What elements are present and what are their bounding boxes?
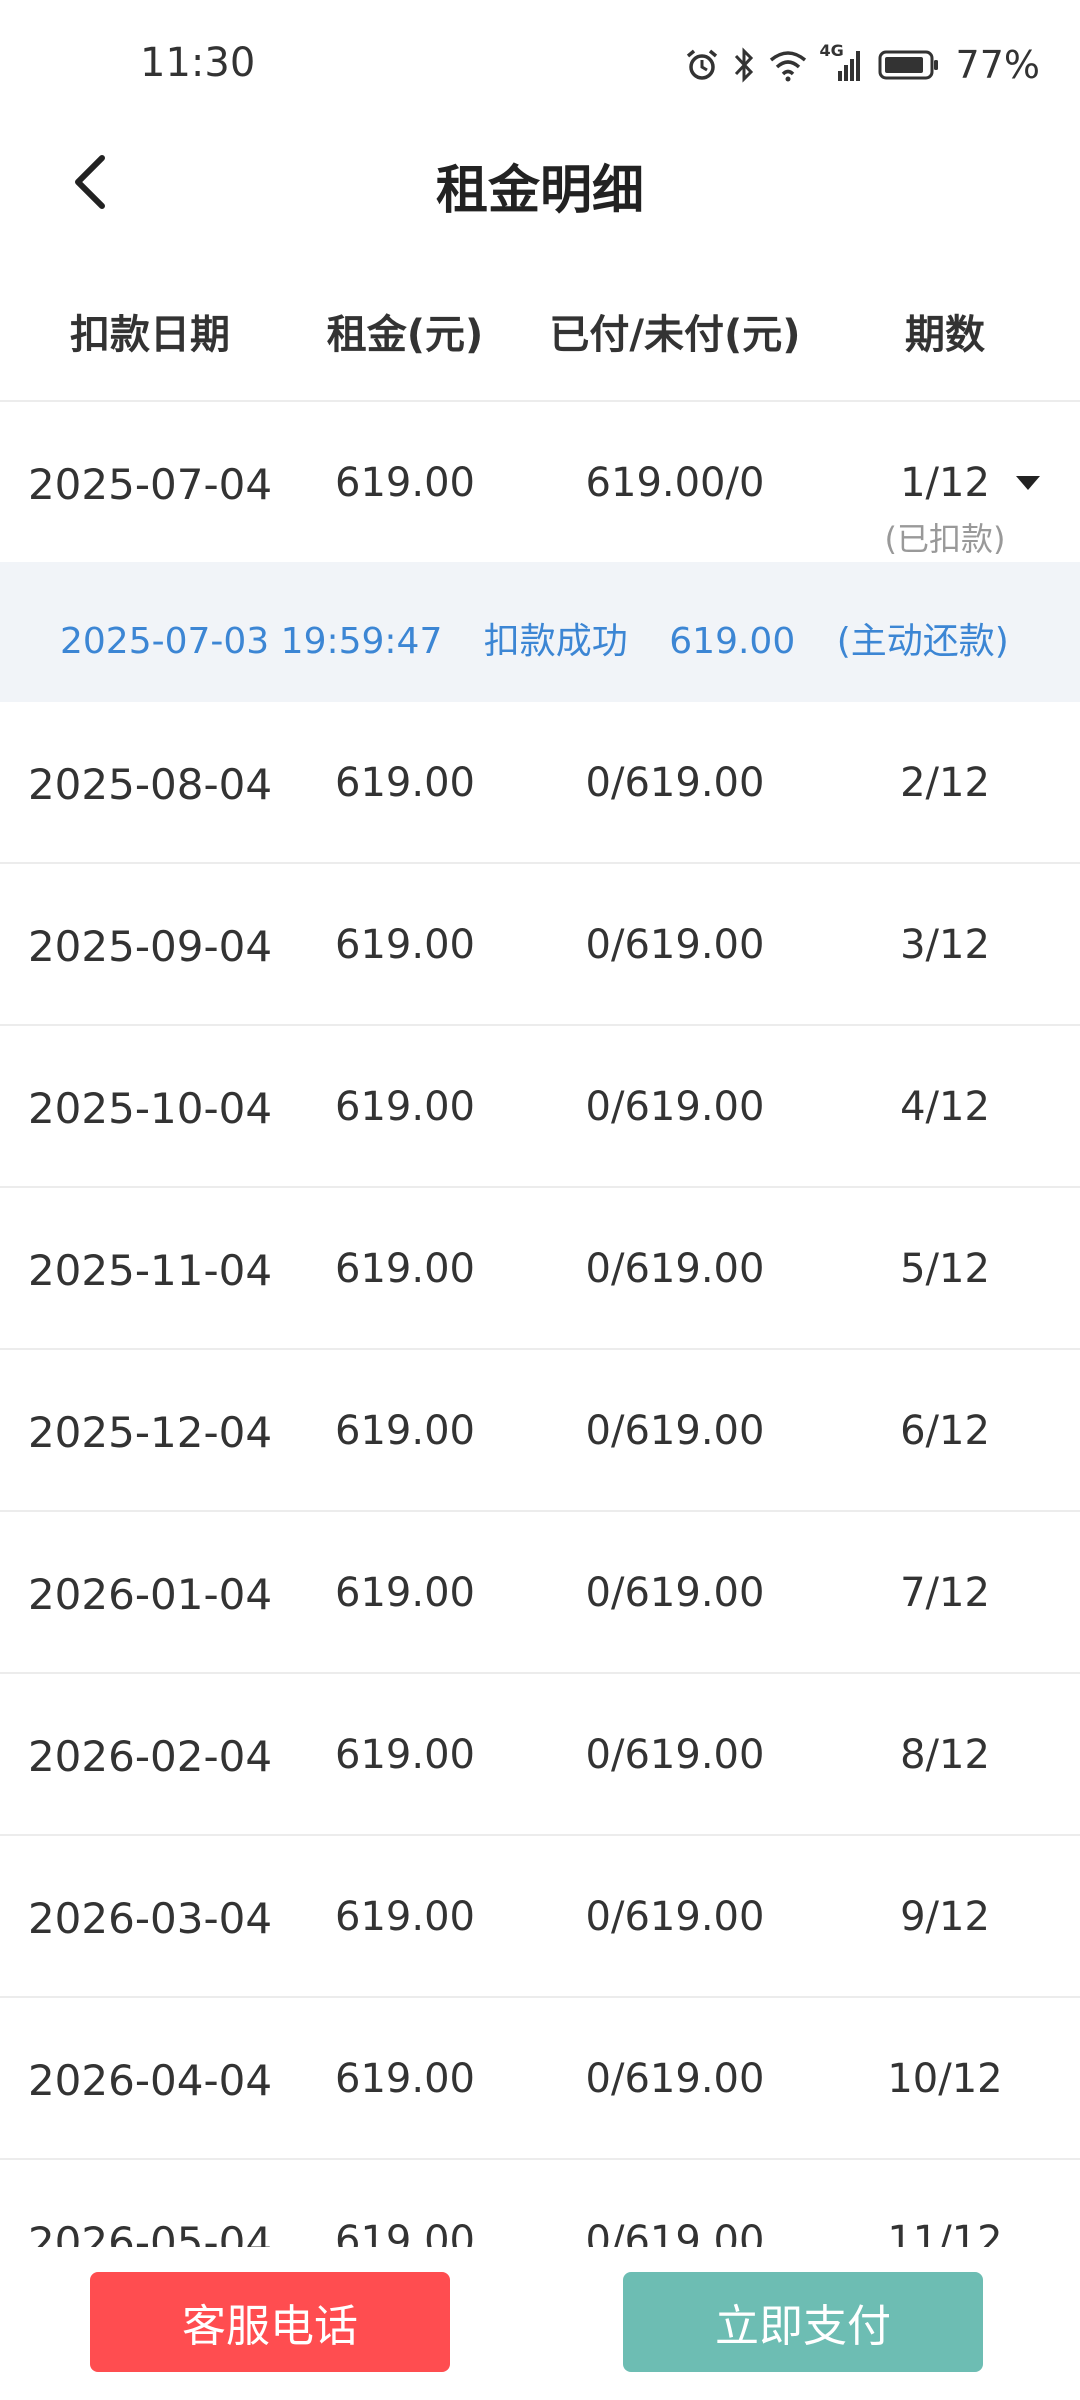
caret-down-icon[interactable] <box>1014 474 1042 492</box>
row-rent: 619.00 <box>335 1084 475 1130</box>
row-paid-unpaid: 0/619.00 <box>585 2056 765 2102</box>
row-period: 4/12 <box>900 1084 990 1130</box>
row-date: 2025-10-04 <box>27 1084 273 1133</box>
row-date: 2026-04-04 <box>27 2056 273 2105</box>
row-paid-unpaid: 0/619.00 <box>585 1084 765 1130</box>
bottom-action-bar: 客服电话 立即支付 <box>0 2250 1080 2400</box>
row-date: 2026-05-04 <box>27 2218 273 2247</box>
header-date: 扣款日期 <box>70 312 230 358</box>
row-status: (已扣款) <box>884 520 1006 558</box>
row-paid-unpaid: 0/619.00 <box>585 922 765 968</box>
row-period: 10/12 <box>887 2056 1003 2102</box>
row-rent: 619.00 <box>335 760 475 806</box>
row-period: 2/12 <box>900 760 990 806</box>
bluetooth-icon <box>734 47 753 83</box>
row-date: 2025-08-04 <box>27 760 273 809</box>
table-row[interactable]: 2025-08-04 619.00 0/619.00 2/12 <box>0 702 1080 864</box>
row-paid-unpaid: 0/619.00 <box>585 1732 765 1778</box>
row-rent: 619.00 <box>335 2056 475 2102</box>
row-date: 2025-12-04 <box>27 1408 273 1457</box>
table-row[interactable]: 2025-11-04 619.00 0/619.00 5/12 <box>0 1188 1080 1350</box>
row-period: 7/12 <box>900 1570 990 1616</box>
row-rent: 619.00 <box>335 1570 475 1616</box>
customer-service-button[interactable]: 客服电话 <box>90 2272 450 2372</box>
row-rent: 619.00 <box>335 460 475 506</box>
header-period: 期数 <box>905 312 985 358</box>
row-paid-unpaid: 0/619.00 <box>585 1408 765 1454</box>
row-date: 2026-01-04 <box>27 1570 273 1619</box>
nav-bar: 租金明细 <box>0 130 1080 240</box>
row-rent: 619.00 <box>335 1894 475 1940</box>
row-paid-unpaid: 0/619.00 <box>585 1246 765 1292</box>
payment-detail-row: 2025-07-03 19:59:47 扣款成功 619.00 (主动还款) <box>0 562 1080 702</box>
detail-status: 扣款成功 <box>483 621 628 662</box>
row-period: 9/12 <box>900 1894 990 1940</box>
battery-percent: 77% <box>955 43 1040 87</box>
rent-table: 2025-07-04 619.00 619.00/0 1/12 (已扣款) 20… <box>0 402 1080 2247</box>
row-paid-unpaid: 619.00/0 <box>585 460 765 506</box>
header-rent: 租金(元) <box>326 312 484 358</box>
table-row[interactable]: 2026-03-04 619.00 0/619.00 9/12 <box>0 1836 1080 1998</box>
status-icons: 4G 77% <box>684 41 1040 87</box>
header-paid-unpaid: 已付/未付(元) <box>549 312 801 358</box>
row-period: 6/12 <box>900 1408 990 1454</box>
row-rent: 619.00 <box>335 1732 475 1778</box>
status-time: 11:30 <box>140 40 256 86</box>
battery-icon <box>878 50 938 80</box>
table-header: 扣款日期 租金(元) 已付/未付(元) 期数 <box>0 262 1080 402</box>
detail-type: (主动还款) <box>836 621 1009 662</box>
detail-datetime: 2025-07-03 19:59:47 <box>60 621 443 662</box>
row-date: 2025-09-04 <box>27 922 273 971</box>
detail-amount: 619.00 <box>669 621 796 662</box>
alarm-icon <box>686 49 717 80</box>
wifi-icon <box>769 51 806 82</box>
table-row-expanded[interactable]: 2025-07-04 619.00 619.00/0 1/12 (已扣款) <box>0 402 1080 562</box>
row-period: 3/12 <box>900 922 990 968</box>
row-date: 2026-03-04 <box>27 1894 273 1943</box>
row-rent: 619.00 <box>335 1408 475 1454</box>
row-rent: 619.00 <box>335 922 475 968</box>
pay-now-button[interactable]: 立即支付 <box>623 2272 983 2372</box>
table-row[interactable]: 2026-04-04 619.00 0/619.00 10/12 <box>0 1998 1080 2160</box>
payment-detail: 2025-07-03 19:59:47 扣款成功 619.00 (主动还款) <box>60 612 1039 664</box>
row-date: 2025-11-04 <box>27 1246 273 1295</box>
row-paid-unpaid: 0/619.00 <box>585 2218 765 2247</box>
table-row[interactable]: 2026-01-04 619.00 0/619.00 7/12 <box>0 1512 1080 1674</box>
row-rent: 619.00 <box>335 1246 475 1292</box>
row-paid-unpaid: 0/619.00 <box>585 1894 765 1940</box>
table-row[interactable]: 2025-09-04 619.00 0/619.00 3/12 <box>0 864 1080 1026</box>
table-row[interactable]: 2025-12-04 619.00 0/619.00 6/12 <box>0 1350 1080 1512</box>
table-row[interactable]: 2026-05-04 619.00 0/619.00 11/12 <box>0 2160 1080 2247</box>
row-paid-unpaid: 0/619.00 <box>585 760 765 806</box>
row-period: 5/12 <box>900 1246 990 1292</box>
row-date: 2026-02-04 <box>27 1732 273 1781</box>
table-row[interactable]: 2025-10-04 619.00 0/619.00 4/12 <box>0 1026 1080 1188</box>
row-period: 11/12 <box>887 2218 1003 2247</box>
signal-icon: 4G <box>820 41 866 85</box>
row-paid-unpaid: 0/619.00 <box>585 1570 765 1616</box>
page-title: 租金明细 <box>435 161 644 221</box>
row-date: 2025-07-04 <box>27 460 273 509</box>
table-row[interactable]: 2026-02-04 619.00 0/619.00 8/12 <box>0 1674 1080 1836</box>
status-bar: 11:30 4G 77% <box>0 0 1080 130</box>
row-rent: 619.00 <box>335 2218 475 2247</box>
row-period: 8/12 <box>900 1732 990 1778</box>
